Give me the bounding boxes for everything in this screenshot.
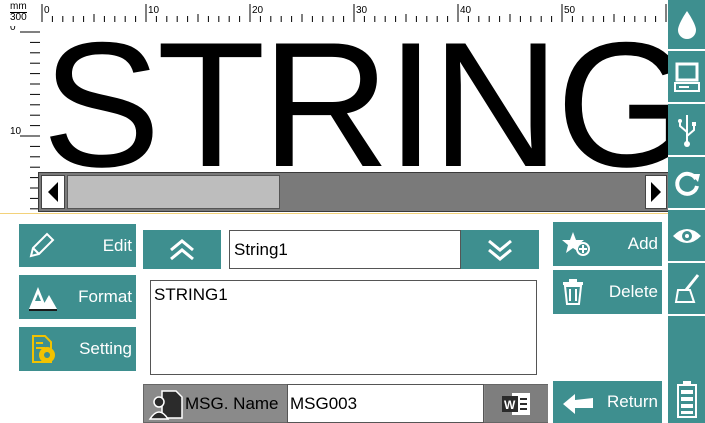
refresh-button[interactable] [668, 157, 705, 210]
preview-text: STRING [42, 5, 668, 204]
broom-icon [674, 273, 699, 303]
pencil-icon [29, 232, 55, 257]
arrow-left-icon [48, 182, 58, 202]
ruler-unit: mm 300 [10, 2, 27, 23]
printer-screen-icon [673, 62, 700, 92]
horizontal-scrollbar[interactable] [38, 172, 668, 212]
ink-drop-icon [677, 10, 696, 39]
message-name-bar: MSG. Name MSG003 W [143, 384, 548, 423]
setting-button-label: Setting [79, 339, 132, 358]
previous-field-button[interactable] [143, 230, 221, 269]
ruler-unit-resolution: 300 [10, 12, 27, 23]
content-textarea[interactable]: STRING1 [150, 280, 537, 375]
format-button-label: Format [78, 287, 132, 306]
return-arrow-icon [563, 394, 593, 414]
add-button[interactable]: Add [553, 222, 662, 266]
usb-button[interactable] [668, 104, 705, 157]
scroll-thumb[interactable] [67, 175, 280, 209]
font-format-icon [29, 287, 57, 311]
setting-button[interactable]: Setting [19, 327, 136, 371]
message-name-input[interactable]: MSG003 [287, 384, 484, 423]
ruler-unit-mm: mm [10, 1, 27, 12]
right-sidebar [668, 0, 705, 423]
battery-icon [676, 381, 697, 418]
delete-button-label: Delete [608, 282, 658, 301]
print-preview-canvas[interactable]: mm 300 0 10 20 30 40 50 0 10 STRING [0, 0, 668, 214]
refresh-icon [674, 171, 700, 196]
document-settings-icon [32, 335, 55, 363]
double-chevron-down-icon [488, 239, 512, 261]
word-document-icon: W [502, 393, 530, 415]
usb-icon [677, 114, 696, 147]
return-button[interactable]: Return [553, 381, 662, 423]
vertical-ruler: 0 10 [10, 26, 40, 210]
scroll-right-button[interactable] [645, 175, 667, 209]
add-button-label: Add [627, 234, 658, 253]
field-name-input[interactable]: String1 [229, 230, 461, 269]
add-star-icon [562, 232, 590, 256]
delete-button[interactable]: Delete [553, 270, 662, 314]
double-chevron-up-icon [170, 239, 194, 261]
ruler-label: 0 [10, 26, 16, 33]
eye-icon [672, 228, 701, 243]
ink-button[interactable] [668, 0, 705, 51]
view-button[interactable] [668, 210, 705, 263]
printer-status-button[interactable] [668, 51, 705, 104]
power-button[interactable] [668, 316, 705, 423]
user-document-icon [148, 390, 183, 420]
edit-button-label: Edit [102, 235, 132, 255]
arrow-right-icon [651, 182, 661, 202]
edit-button[interactable]: Edit [19, 224, 136, 267]
next-field-button[interactable] [461, 230, 539, 269]
svg-text:W: W [504, 398, 516, 412]
open-document-button[interactable]: W [485, 385, 548, 422]
format-button[interactable]: Format [19, 275, 136, 319]
trash-icon [563, 279, 583, 305]
ruler-label: 10 [10, 126, 22, 137]
scroll-left-button[interactable] [41, 175, 65, 209]
message-name-label: MSG. Name [185, 394, 279, 413]
return-button-label: Return [606, 392, 658, 411]
clean-button[interactable] [668, 263, 705, 316]
